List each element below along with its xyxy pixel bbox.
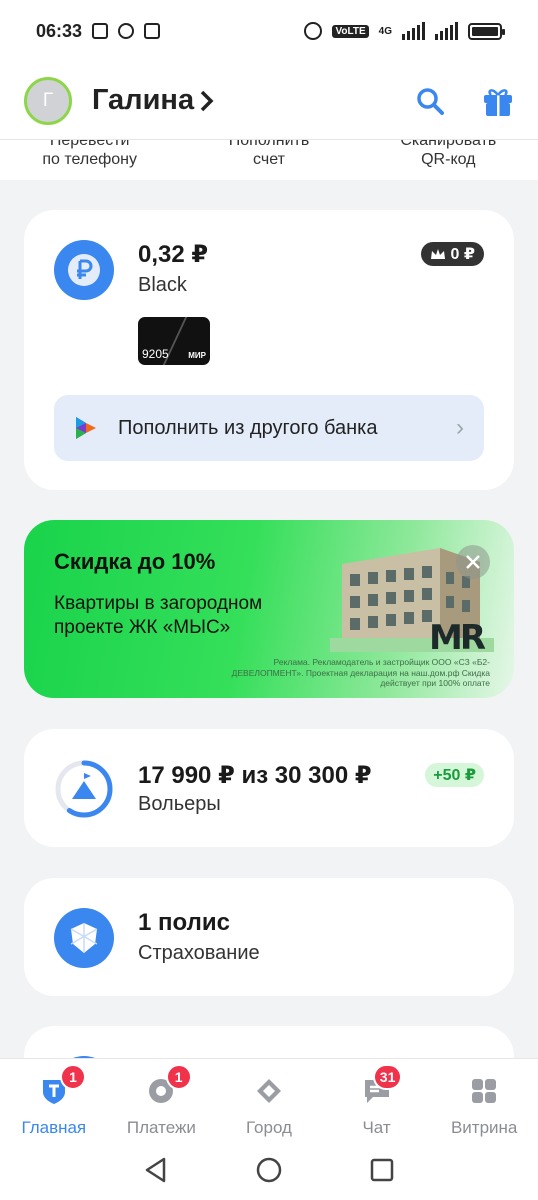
quick-action-line: QR-код (421, 151, 476, 168)
promo-title: Скидка до 10% (54, 549, 216, 574)
account-name: Black (138, 274, 187, 296)
bottom-tab-bar: 1 Главная 1 Платежи Город 31 Чат Витрина (0, 1058, 538, 1140)
insurance-card[interactable]: 1 полис Страхование (24, 878, 514, 996)
signal-icon (402, 22, 425, 40)
goal-amount: 17 990 ₽ из 30 300 ₽ (138, 762, 372, 789)
goal-name: Вольеры (138, 793, 221, 815)
cashback-badge[interactable]: 0 ₽ (420, 242, 484, 266)
battery-icon (468, 22, 505, 40)
tab-city-label: Город (245, 1118, 292, 1137)
tab-home-badge: 1 (60, 1064, 86, 1090)
promo-subtitle: Квартиры в загородном проекте ЖК «МЫС» (54, 593, 263, 638)
status-bar: 06:33 VoLTE 4G (0, 0, 538, 62)
avatar-initial: Г (42, 89, 54, 111)
system-nav-bar (0, 1140, 538, 1200)
quick-actions: Перевести по телефону Пополнить счет Ска… (0, 140, 538, 180)
signal-2-icon (435, 22, 458, 40)
quick-action-line: по телефону (42, 151, 137, 168)
quick-action-line: Сканировать (400, 140, 497, 149)
home-icon[interactable] (256, 1157, 282, 1183)
status-time: 06:33 (36, 20, 83, 41)
showcase-grid-icon (472, 1079, 497, 1103)
cashback-value: 0 ₽ (450, 246, 475, 263)
promo-banner[interactable]: Скидка до 10% Квартиры в загородном прое… (24, 520, 514, 698)
profile-link[interactable]: Галина (92, 84, 214, 117)
volte-badge: VoLTE (332, 24, 369, 38)
quick-action-transfer-by-phone[interactable]: Перевести по телефону (5, 140, 175, 180)
promo-logo: MR (429, 618, 486, 658)
tab-chat[interactable]: 31 Чат (323, 1059, 431, 1140)
insurance-count: 1 полис (138, 909, 230, 936)
status-left: 06:33 (36, 20, 161, 42)
app-header: Г Галина (0, 62, 538, 140)
sbp-icon (76, 417, 96, 439)
goal-progress-icon (55, 760, 113, 818)
topup-label: Пополнить из другого банка (118, 416, 378, 439)
insurance-name: Страхование (138, 942, 260, 964)
crown-icon (430, 249, 445, 259)
alarm-icon (304, 22, 323, 40)
close-icon (466, 555, 480, 569)
account-card[interactable]: 0,32 ₽ Black 0 ₽ 9205 МИР Пополнить из д… (24, 210, 514, 490)
account-balance: 0,32 ₽ (138, 241, 209, 268)
tab-chat-label: Чат (362, 1118, 391, 1137)
chevron-right-icon (200, 90, 214, 111)
tab-payments-badge: 1 (165, 1064, 192, 1090)
quick-action-line: Перевести (49, 140, 130, 149)
tab-home[interactable]: 1 Главная (0, 1059, 108, 1140)
savings-goal-card[interactable]: 17 990 ₽ из 30 300 ₽ Вольеры +50 ₽ (24, 729, 514, 847)
card-number: 9205 (142, 347, 169, 361)
quick-action-line: счет (253, 151, 285, 168)
tab-showcase[interactable]: Витрина (430, 1059, 538, 1140)
tbank-notification-icon (144, 23, 161, 39)
recents-icon[interactable] (370, 1158, 394, 1182)
tab-city[interactable]: Город (215, 1059, 323, 1140)
quick-action-line: Пополнить (228, 140, 310, 149)
goal-bonus-badge: +50 ₽ (425, 763, 484, 787)
tab-showcase-label: Витрина (450, 1118, 518, 1137)
back-icon[interactable] (144, 1157, 168, 1183)
avatar[interactable]: Г (24, 76, 72, 125)
gift-icon[interactable] (482, 85, 514, 117)
user-name: Галина (92, 84, 195, 116)
ruble-icon (54, 240, 114, 300)
bank-card-thumbnail[interactable]: 9205 МИР (138, 317, 210, 365)
topup-from-other-bank-button[interactable]: Пополнить из другого банка › (54, 395, 484, 461)
card-system: МИР (188, 351, 206, 360)
tab-chat-badge: 31 (372, 1064, 403, 1090)
whatsapp-icon (118, 23, 135, 39)
tab-payments-label: Платежи (126, 1118, 196, 1137)
promo-legal-text: Реклама. Рекламодатель и застройщик ООО … (231, 657, 490, 688)
promo-close-button[interactable] (456, 545, 490, 579)
chevron-right-icon: › (456, 414, 464, 441)
tab-home-label: Главная (21, 1118, 87, 1137)
insurance-shield-icon (54, 908, 114, 968)
search-icon[interactable] (416, 87, 444, 115)
network-type: 4G (378, 25, 392, 37)
quick-action-topup[interactable]: Пополнить счет (184, 140, 354, 180)
quick-action-scan-qr[interactable]: Сканировать QR-код (363, 140, 533, 180)
city-icon (256, 1079, 281, 1103)
header-actions (416, 85, 514, 117)
tab-payments[interactable]: 1 Платежи (108, 1059, 216, 1140)
status-right: VoLTE 4G (304, 22, 505, 40)
nfc-icon (92, 23, 109, 39)
